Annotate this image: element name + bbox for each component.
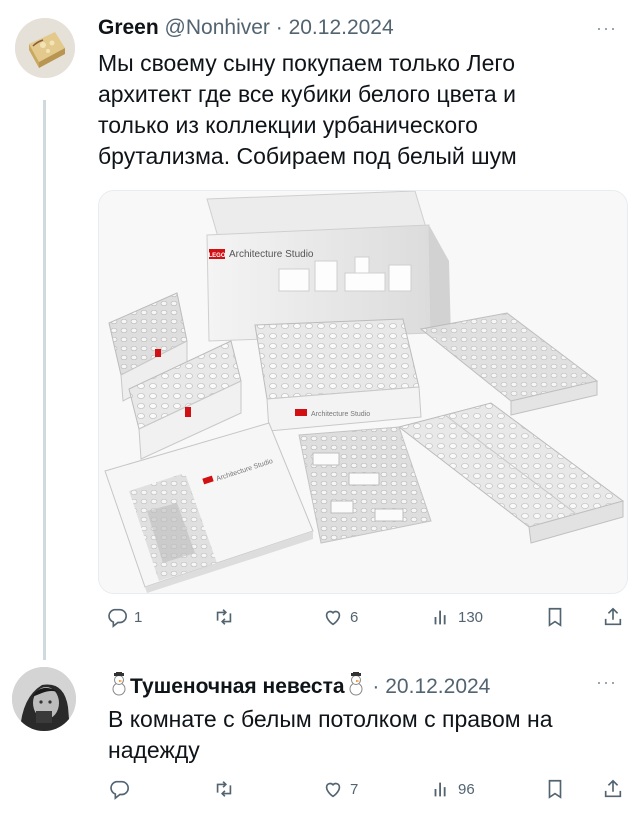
reply-text: В комнате с белым потолком с правом на н…	[108, 704, 553, 766]
reply-reply-button[interactable]	[108, 778, 130, 800]
tweet-actions: 1 6 130	[0, 606, 640, 640]
bookmark-icon	[548, 607, 562, 627]
retweet-button[interactable]	[212, 606, 236, 628]
tweet-text-line: архитект где все кубики белого цвета и	[98, 81, 516, 107]
reply-like-button[interactable]: 7	[322, 778, 358, 800]
avatar[interactable]	[15, 18, 75, 78]
views-icon	[434, 782, 446, 797]
tweet-header: Green @Nonhiver · 20.12.2024	[98, 16, 394, 40]
snowman-icon	[345, 671, 367, 702]
reply-bookmark-button[interactable]	[544, 778, 566, 800]
view-count: 130	[458, 608, 484, 626]
views-icon	[434, 610, 446, 625]
reply-author-name[interactable]: Тушеночная невеста	[130, 675, 345, 698]
box-title-text: Architecture Studio	[229, 249, 314, 260]
like-count: 6	[350, 608, 359, 626]
tweet-text: Мы своему сыну покупаем только Лего архи…	[98, 48, 517, 172]
reply-like-count: 7	[350, 780, 359, 798]
reply-avatar[interactable]	[12, 667, 76, 731]
handle-date[interactable]: @Nonhiver · 20.12.2024	[165, 16, 394, 39]
reply-views-button[interactable]: 96	[430, 778, 475, 800]
like-icon	[325, 610, 341, 626]
reply-more-options-button[interactable]: ···	[596, 672, 617, 693]
svg-text:Architecture Studio: Architecture Studio	[311, 411, 370, 418]
share-button[interactable]	[602, 606, 624, 628]
tweet-media-photo[interactable]: LEGO Architecture Studio Architecture St…	[98, 190, 628, 594]
snowman-icon	[108, 671, 130, 702]
reply-count: 1	[134, 608, 143, 626]
more-options-button[interactable]: ···	[596, 18, 617, 39]
reply-date[interactable]: · 20.12.2024	[372, 675, 490, 698]
reply-text-line: надежду	[108, 737, 200, 763]
bookmark-button[interactable]	[544, 606, 566, 628]
thread-connector	[43, 100, 46, 660]
views-button[interactable]: 130	[430, 606, 483, 628]
reply-icon	[110, 780, 129, 800]
tweet-text-line: брутализма. Собираем под белый шум	[98, 143, 517, 169]
reply-button[interactable]: 1	[106, 606, 142, 628]
share-icon	[604, 607, 622, 626]
reply-actions: 7 96	[0, 778, 640, 812]
reply-text-line: В комнате с белым потолком с правом на	[108, 706, 553, 732]
reply-retweet-button[interactable]	[212, 778, 236, 800]
reply-view-count: 96	[458, 780, 475, 798]
like-icon	[325, 782, 341, 798]
retweet-icon	[216, 609, 232, 625]
tweet-text-line: Мы своему сыну покупаем только Лего	[98, 50, 516, 76]
bookmark-icon	[548, 779, 562, 799]
tweet-text-line: только из коллекции урбанического	[98, 112, 478, 138]
retweet-icon	[216, 781, 232, 797]
reply-header: Тушеночная невеста · 20.12.2024	[108, 671, 490, 702]
lego-logo-text: LEGO	[208, 253, 225, 259]
like-button[interactable]: 6	[322, 606, 358, 628]
reply-share-button[interactable]	[602, 778, 624, 800]
author-name[interactable]: Green	[98, 16, 159, 39]
share-icon	[604, 779, 622, 798]
reply-icon	[108, 608, 127, 628]
